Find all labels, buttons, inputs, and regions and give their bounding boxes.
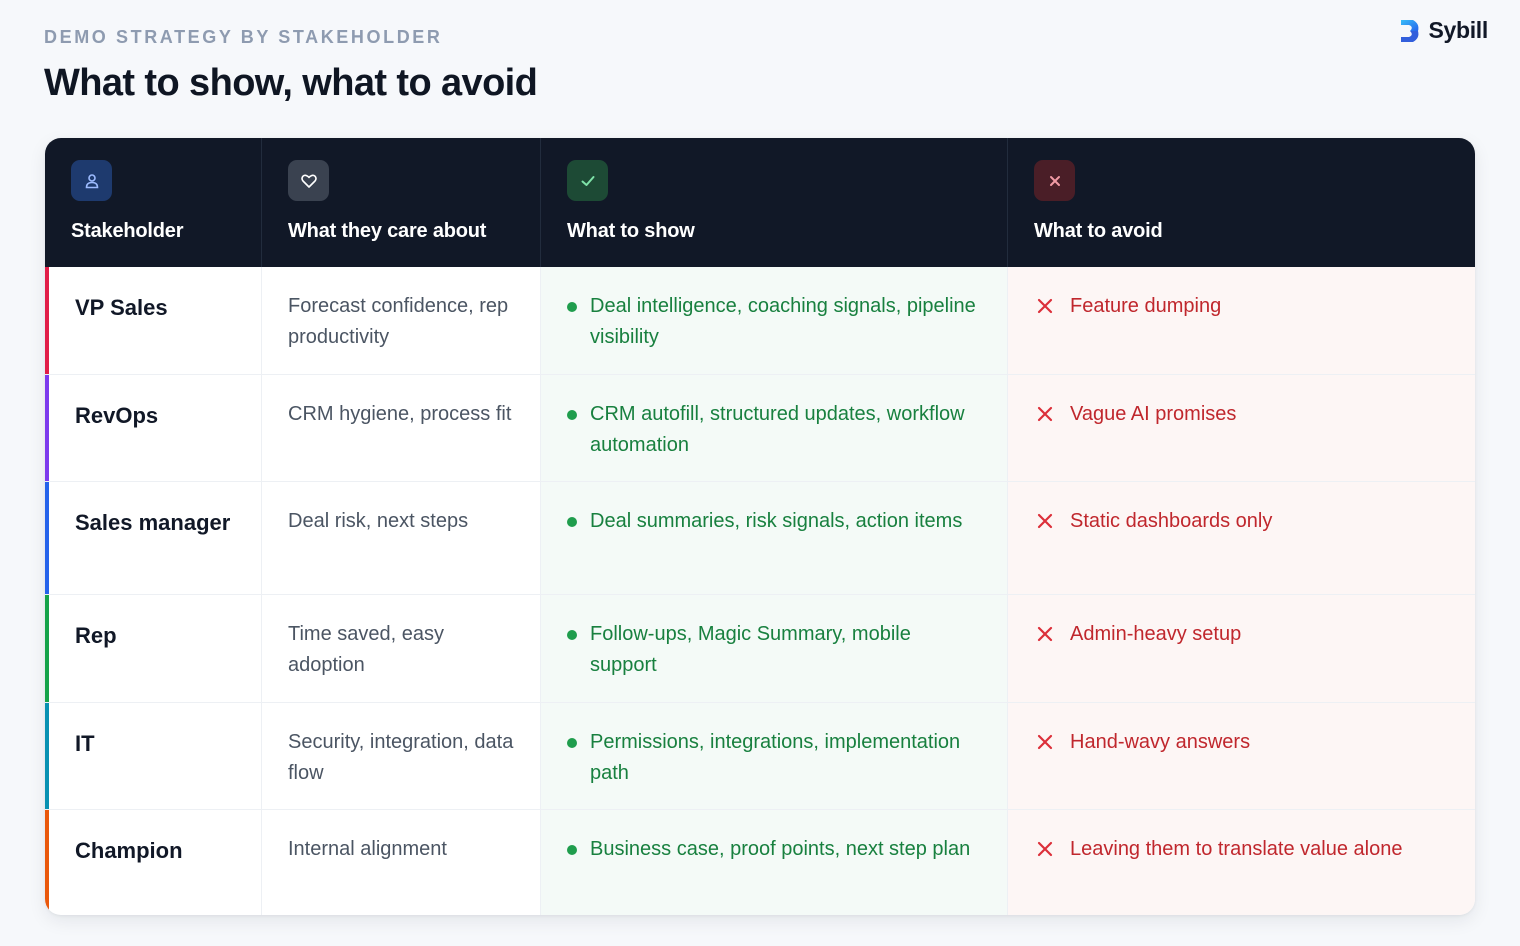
avoid-text: Vague AI promises	[1070, 403, 1237, 425]
page-title: What to show, what to avoid	[44, 62, 538, 104]
strategy-table: Stakeholder What they care about What to…	[45, 138, 1475, 915]
table-row: IT Security, integration, data flow Perm…	[45, 703, 1475, 810]
column-header-care: What they care about	[262, 138, 541, 267]
bullet-dot-icon	[567, 302, 577, 312]
avoid-text: Leaving them to translate value alone	[1070, 838, 1403, 860]
column-label: What to show	[567, 220, 695, 242]
care-cell: Time saved, easy adoption	[262, 595, 541, 702]
eyebrow-label: DEMO STRATEGY BY STAKEHOLDER	[44, 27, 443, 47]
table-row: VP Sales Forecast confidence, rep produc…	[45, 267, 1475, 375]
table-row: RevOps CRM hygiene, process fit CRM auto…	[45, 375, 1475, 482]
stakeholder-cell: RevOps	[45, 375, 262, 481]
show-text: Business case, proof points, next step p…	[590, 838, 971, 860]
care-cell: Security, integration, data flow	[262, 703, 541, 809]
bullet-dot-icon	[567, 410, 577, 420]
avoid-cell: Vague AI promises	[1008, 375, 1475, 481]
stakeholder-cell: Champion	[45, 810, 262, 915]
care-cell: CRM hygiene, process fit	[262, 375, 541, 481]
x-mark-icon	[1037, 841, 1053, 857]
row-accent-bar	[45, 703, 49, 809]
show-cell: CRM autofill, structured updates, workfl…	[541, 375, 1008, 481]
column-label: What to avoid	[1034, 220, 1163, 242]
row-accent-bar	[45, 810, 49, 915]
show-cell: Follow-ups, Magic Summary, mobile suppor…	[541, 595, 1008, 702]
column-header-stakeholder: Stakeholder	[45, 138, 262, 267]
column-label: What they care about	[288, 220, 487, 242]
x-mark-icon	[1037, 406, 1053, 422]
bullet-dot-icon	[567, 845, 577, 855]
avoid-cell: Leaving them to translate value alone	[1008, 810, 1475, 915]
show-cell: Deal intelligence, coaching signals, pip…	[541, 267, 1008, 374]
avoid-cell: Admin-heavy setup	[1008, 595, 1475, 702]
bullet-dot-icon	[567, 630, 577, 640]
show-text: Deal intelligence, coaching signals, pip…	[590, 295, 976, 348]
show-text: Deal summaries, risk signals, action ite…	[590, 510, 963, 532]
avoid-cell: Static dashboards only	[1008, 482, 1475, 594]
row-accent-bar	[45, 482, 49, 594]
avoid-text: Static dashboards only	[1070, 510, 1273, 532]
avoid-cell: Feature dumping	[1008, 267, 1475, 374]
check-icon	[567, 160, 608, 201]
bullet-dot-icon	[567, 738, 577, 748]
care-cell: Internal alignment	[262, 810, 541, 915]
brand-logo[interactable]: Sybill	[1398, 17, 1488, 44]
stakeholder-cell: VP Sales	[45, 267, 262, 374]
brand-name: Sybill	[1428, 17, 1488, 43]
bullet-dot-icon	[567, 517, 577, 527]
avoid-text: Feature dumping	[1070, 295, 1222, 317]
x-mark-icon	[1037, 626, 1053, 642]
column-header-show: What to show	[541, 138, 1008, 267]
show-cell: Deal summaries, risk signals, action ite…	[541, 482, 1008, 594]
show-cell: Permissions, integrations, implementatio…	[541, 703, 1008, 809]
stakeholder-cell: IT	[45, 703, 262, 809]
stakeholder-cell: Rep	[45, 595, 262, 702]
stakeholder-cell: Sales manager	[45, 482, 262, 594]
sybill-logo-icon	[1401, 19, 1419, 42]
show-text: CRM autofill, structured updates, workfl…	[590, 403, 965, 456]
column-header-avoid: What to avoid	[1008, 138, 1475, 267]
table-header: Stakeholder What they care about What to…	[45, 138, 1475, 267]
avoid-cell: Hand-wavy answers	[1008, 703, 1475, 809]
table-row: Champion Internal alignment Business cas…	[45, 810, 1475, 915]
show-text: Permissions, integrations, implementatio…	[590, 731, 961, 784]
row-accent-bar	[45, 595, 49, 702]
care-cell: Deal risk, next steps	[262, 482, 541, 594]
x-mark-icon	[1037, 513, 1053, 529]
x-mark-icon	[1037, 734, 1053, 750]
table-row: Rep Time saved, easy adoption Follow-ups…	[45, 595, 1475, 703]
show-cell: Business case, proof points, next step p…	[541, 810, 1008, 915]
table-body: VP Sales Forecast confidence, rep produc…	[45, 267, 1475, 915]
heart-icon	[288, 160, 329, 201]
user-icon	[71, 160, 112, 201]
x-icon	[1034, 160, 1075, 201]
care-cell: Forecast confidence, rep productivity	[262, 267, 541, 374]
row-accent-bar	[45, 267, 49, 374]
avoid-text: Admin-heavy setup	[1070, 623, 1242, 645]
show-text: Follow-ups, Magic Summary, mobile suppor…	[590, 623, 911, 676]
row-accent-bar	[45, 375, 49, 481]
table-row: Sales manager Deal risk, next steps Deal…	[45, 482, 1475, 595]
avoid-text: Hand-wavy answers	[1070, 731, 1251, 753]
column-label: Stakeholder	[71, 220, 184, 242]
x-mark-icon	[1037, 298, 1053, 314]
